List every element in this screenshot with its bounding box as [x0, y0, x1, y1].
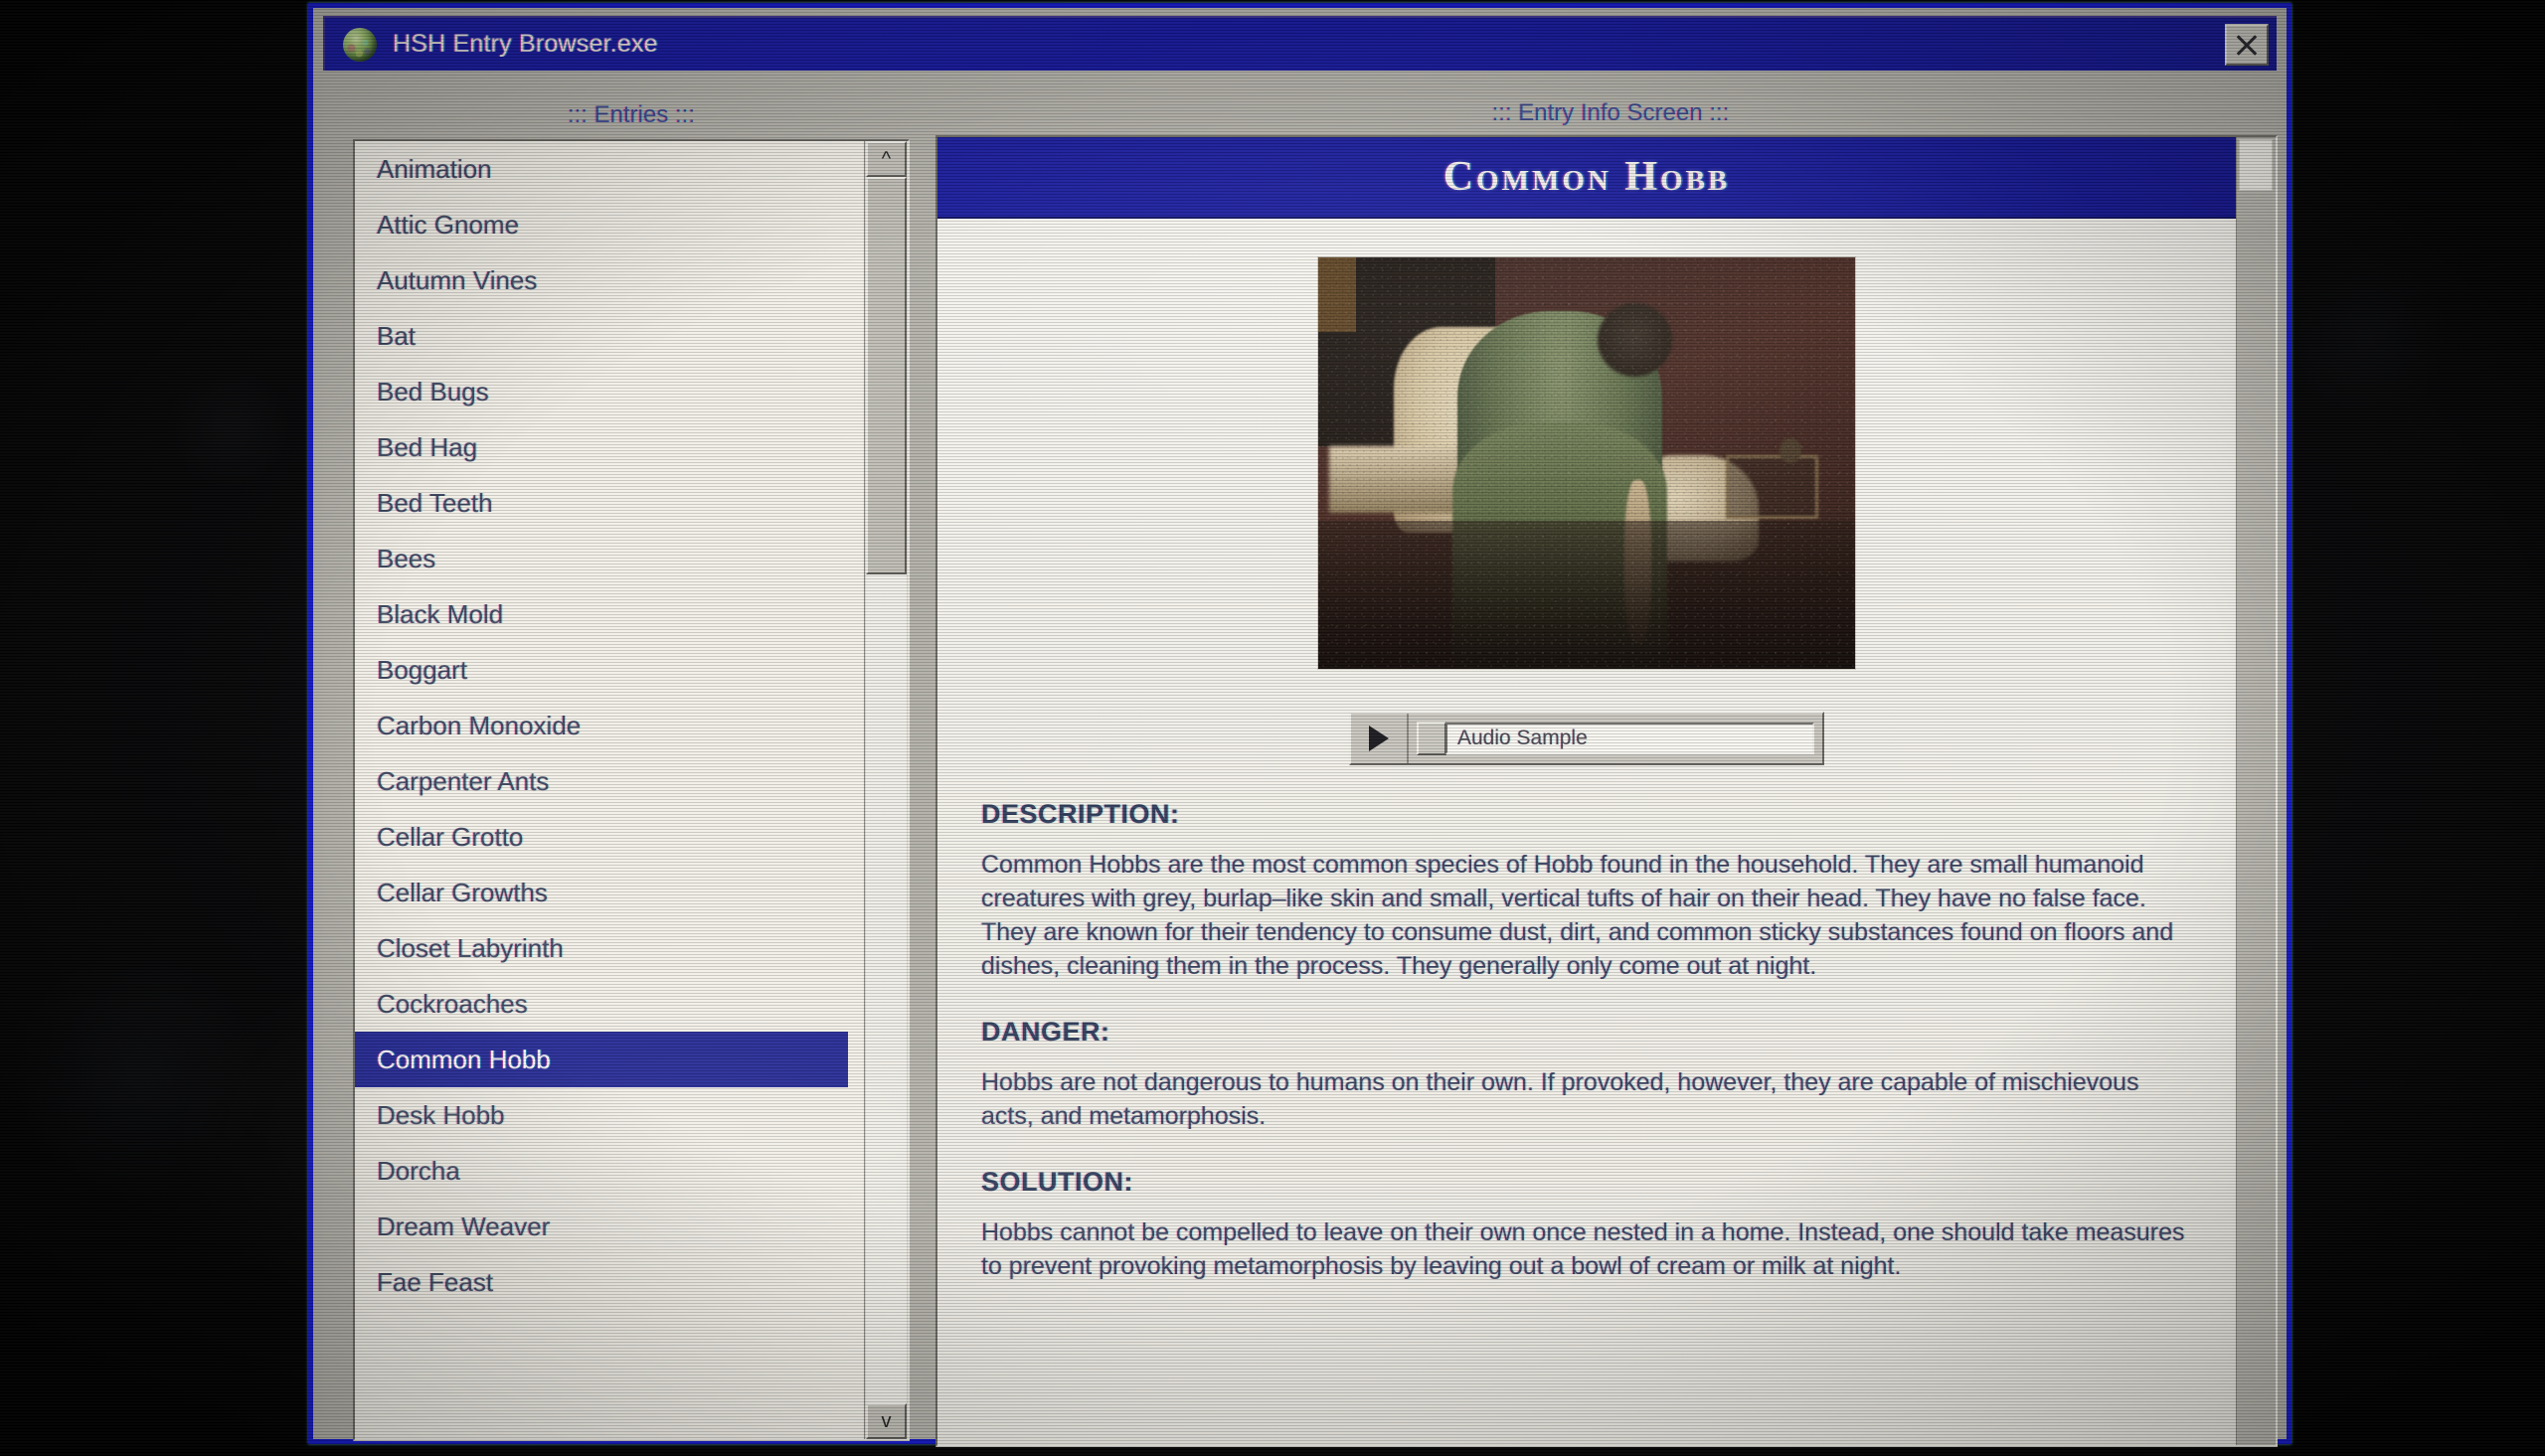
list-item[interactable]: Cockroaches: [355, 976, 864, 1032]
info-scrollbar-thumb[interactable]: [2239, 139, 2273, 191]
audio-sample-label: Audio Sample: [1457, 727, 1588, 749]
list-item[interactable]: Animation: [355, 141, 864, 197]
close-button[interactable]: [2225, 24, 2269, 66]
audio-slider-track[interactable]: Audio Sample: [1445, 723, 1814, 754]
audio-player[interactable]: Audio Sample: [1349, 712, 1824, 765]
entries-scrollbar-track[interactable]: [866, 574, 907, 1403]
section-body: Hobbs are not dangerous to humans on the…: [981, 1068, 2139, 1130]
audio-player-container: Audio Sample: [937, 712, 2236, 765]
section-heading: DESCRIPTION:: [981, 799, 1180, 829]
list-item[interactable]: Bed Teeth: [355, 475, 864, 531]
list-item[interactable]: Dream Weaver: [355, 1199, 864, 1254]
list-item[interactable]: Bat: [355, 308, 864, 364]
entries-scrollbar[interactable]: ^ v: [864, 141, 908, 1439]
window-titlebar[interactable]: HSH Entry Browser.exe: [323, 16, 2277, 71]
entries-panel-caption: ::: Entries :::: [567, 101, 696, 128]
list-item[interactable]: Dorcha: [355, 1143, 864, 1199]
list-item[interactable]: Cellar Growths: [355, 865, 864, 920]
list-item[interactable]: Boggart: [355, 642, 864, 698]
brain-sphere-icon: [343, 27, 377, 62]
scroll-down-icon[interactable]: v: [866, 1403, 907, 1439]
entry-title-bar: Common Hobb: [937, 137, 2236, 219]
section-heading: DANGER:: [981, 1017, 1110, 1047]
window-body: ::: Entries ::: ::: Entry Info Screen ::…: [323, 78, 2278, 1447]
audio-slider-handle[interactable]: [1417, 722, 1446, 755]
audio-slider[interactable]: Audio Sample: [1409, 714, 1822, 763]
list-item[interactable]: Attic Gnome: [355, 197, 864, 252]
entry-info-scrollarea: Common Hobb Audio Sample DESCRIPTION: Co…: [937, 137, 2236, 1445]
list-item[interactable]: Closet Labyrinth: [355, 920, 864, 976]
entries-list-scroll[interactable]: Animation Attic Gnome Autumn Vines Bat Bed B…: [355, 141, 864, 1439]
section-body: Common Hobbs are the most common species…: [981, 851, 2174, 980]
entry-info-panel: Common Hobb Audio Sample DESCRIPTION: Co…: [935, 135, 2278, 1447]
play-icon: [1369, 726, 1389, 751]
window-title: HSH Entry Browser.exe: [393, 30, 658, 58]
list-item[interactable]: Bed Bugs: [355, 364, 864, 419]
entries-list[interactable]: Animation Attic Gnome Autumn Vines Bat Bed B…: [353, 139, 910, 1441]
photo-noise-overlay: [1318, 257, 1855, 669]
list-item[interactable]: Bed Hag: [355, 419, 864, 475]
section-heading: SOLUTION:: [981, 1167, 1133, 1197]
close-icon: [2234, 32, 2260, 58]
play-button[interactable]: [1351, 714, 1409, 763]
list-item[interactable]: Cellar Grotto: [355, 809, 864, 865]
info-scrollbar[interactable]: [2236, 137, 2276, 1445]
list-item[interactable]: Fae Feast: [355, 1254, 864, 1310]
list-item[interactable]: Autumn Vines: [355, 252, 864, 308]
entries-scrollbar-thumb[interactable]: [866, 177, 907, 574]
page-title: Common Hobb: [1442, 154, 1731, 200]
entry-photo: [1317, 256, 1856, 670]
application-window: HSH Entry Browser.exe ::: Entries ::: ::…: [308, 3, 2291, 1447]
entry-text-sections: DESCRIPTION: Common Hobbs are the most co…: [937, 765, 2236, 1283]
section-body: Hobbs cannot be compelled to leave on th…: [981, 1218, 2185, 1280]
list-item[interactable]: Black Mold: [355, 586, 864, 642]
entry-photo-container: [937, 256, 2236, 670]
info-panel-caption: ::: Entry Info Screen :::: [1491, 99, 1730, 126]
list-item[interactable]: Bees: [355, 531, 864, 586]
list-item[interactable]: Carbon Monoxide: [355, 698, 864, 753]
list-item[interactable]: Common Hobb: [355, 1032, 848, 1087]
scroll-up-icon[interactable]: ^: [866, 141, 907, 177]
list-item[interactable]: Desk Hobb: [355, 1087, 864, 1143]
list-item[interactable]: Carpenter Ants: [355, 753, 864, 809]
